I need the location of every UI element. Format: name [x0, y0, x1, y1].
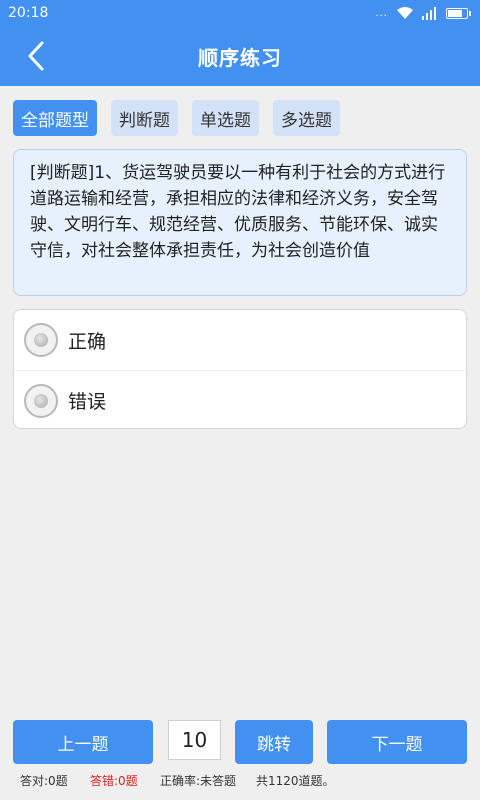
question-text: [判断题]1、货运驾驶员要以一种有利于社会的方式进行道路运输和经营，承担相应的法… — [13, 149, 467, 296]
next-question-button[interactable]: 下一题 — [327, 720, 467, 764]
status-dots: ... — [375, 7, 388, 19]
prev-question-button[interactable]: 上一题 — [13, 720, 153, 764]
option-label: 正确 — [68, 330, 107, 353]
page-title: 顺序练习 — [198, 45, 282, 70]
jump-button[interactable]: 跳转 — [235, 720, 313, 764]
chevron-left-icon — [28, 41, 44, 71]
correct-count: 答对:0题 — [20, 773, 68, 788]
wifi-icon — [397, 7, 413, 19]
radio-button[interactable] — [24, 383, 58, 418]
option-correct[interactable]: 正确 — [14, 310, 466, 370]
tab-true-false[interactable]: 判断题 — [111, 100, 178, 136]
back-button[interactable] — [18, 38, 54, 74]
status-icons: ... — [375, 6, 471, 20]
status-bar: 20:18 ... — [0, 0, 480, 26]
tab-multiple-choice[interactable]: 多选题 — [273, 100, 340, 136]
title-bar: 顺序练习 — [0, 26, 480, 86]
option-label: 错误 — [68, 391, 107, 413]
tab-all-types[interactable]: 全部题型 — [13, 100, 97, 136]
wrong-count: 答错:0题 — [90, 773, 138, 788]
stats-bar: 答对:0题 答错:0题 正确率:未答题 共1120道题。 — [20, 770, 335, 790]
accuracy-rate: 正确率:未答题 — [160, 773, 237, 788]
option-wrong[interactable]: 错误 — [14, 370, 466, 428]
radio-button[interactable] — [24, 323, 58, 357]
navigation-bar: 上一题 跳转 下一题 — [13, 720, 467, 764]
battery-icon — [446, 7, 471, 19]
signal-icon — [422, 6, 436, 20]
total-count: 共1120道题。 — [256, 773, 335, 788]
page-number-input[interactable] — [168, 720, 221, 760]
answer-options: 正确 错误 — [13, 309, 467, 429]
question-type-tabs: 全部题型 判断题 单选题 多选题 — [13, 100, 340, 136]
tab-single-choice[interactable]: 单选题 — [192, 100, 259, 136]
status-time: 20:18 — [8, 5, 49, 21]
